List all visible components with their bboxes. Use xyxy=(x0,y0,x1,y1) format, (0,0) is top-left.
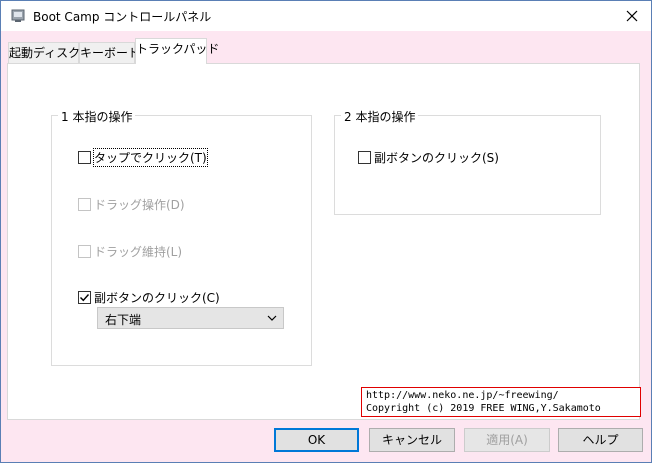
app-window-icon xyxy=(11,9,25,23)
help-button[interactable]: ヘルプ xyxy=(558,428,643,452)
drag-checkbox-box[interactable] xyxy=(78,198,91,211)
two-finger-secondary-click-checkbox-box[interactable] xyxy=(358,151,371,164)
tab-keyboard[interactable]: キーボード xyxy=(79,42,140,63)
drag-checkbox[interactable]: ドラッグ操作(D) xyxy=(78,196,185,213)
secondary-click-position-value: 右下端 xyxy=(105,313,142,327)
one-finger-secondary-click-checkbox-box[interactable] xyxy=(78,291,91,304)
drag-lock-label: ドラッグ維持(L) xyxy=(94,245,183,259)
one-finger-secondary-click-checkbox[interactable]: 副ボタンのクリック(C) xyxy=(78,289,220,306)
one-finger-secondary-click-label[interactable]: 副ボタンのクリック(C) xyxy=(94,289,220,306)
cancel-button[interactable]: キャンセル xyxy=(369,428,455,452)
tap-click-checkbox[interactable]: タップでクリック(T) xyxy=(78,148,208,167)
credit-box: http://www.neko.ne.jp/~freewing/ Copyrig… xyxy=(361,387,641,417)
one-finger-group-title: 1 本指の操作 xyxy=(58,108,136,125)
ok-button[interactable]: OK xyxy=(274,428,359,452)
tab-startup-disk[interactable]: 起動ディスク xyxy=(8,42,80,63)
drag-lock-checkbox[interactable]: ドラッグ維持(L) xyxy=(78,243,182,260)
close-button[interactable] xyxy=(617,2,647,30)
tap-click-label[interactable]: タップでクリック(T) xyxy=(93,148,208,167)
checkmark-icon xyxy=(80,294,90,302)
title-bar[interactable]: Boot Camp コントロールパネル xyxy=(1,1,651,31)
close-icon xyxy=(626,10,638,22)
window-title: Boot Camp コントロールパネル xyxy=(33,10,212,24)
two-finger-group-title: 2 本指の操作 xyxy=(341,108,419,125)
apply-button[interactable]: 適用(A) xyxy=(464,428,550,452)
credit-copyright: Copyright (c) 2019 FREE WING,Y.Sakamoto xyxy=(366,403,601,414)
secondary-click-position-select[interactable]: 右下端 xyxy=(97,307,284,329)
chevron-down-icon xyxy=(267,315,277,321)
tap-click-checkbox-box[interactable] xyxy=(78,151,91,164)
credit-url: http://www.neko.ne.jp/~freewing/ xyxy=(366,390,559,401)
two-finger-secondary-click-checkbox[interactable]: 副ボタンのクリック(S) xyxy=(358,149,499,166)
tab-trackpad[interactable]: トラックパッド xyxy=(135,38,219,64)
two-finger-secondary-click-label[interactable]: 副ボタンのクリック(S) xyxy=(374,149,499,166)
drag-label: ドラッグ操作(D) xyxy=(94,198,185,212)
drag-lock-checkbox-box[interactable] xyxy=(78,245,91,258)
